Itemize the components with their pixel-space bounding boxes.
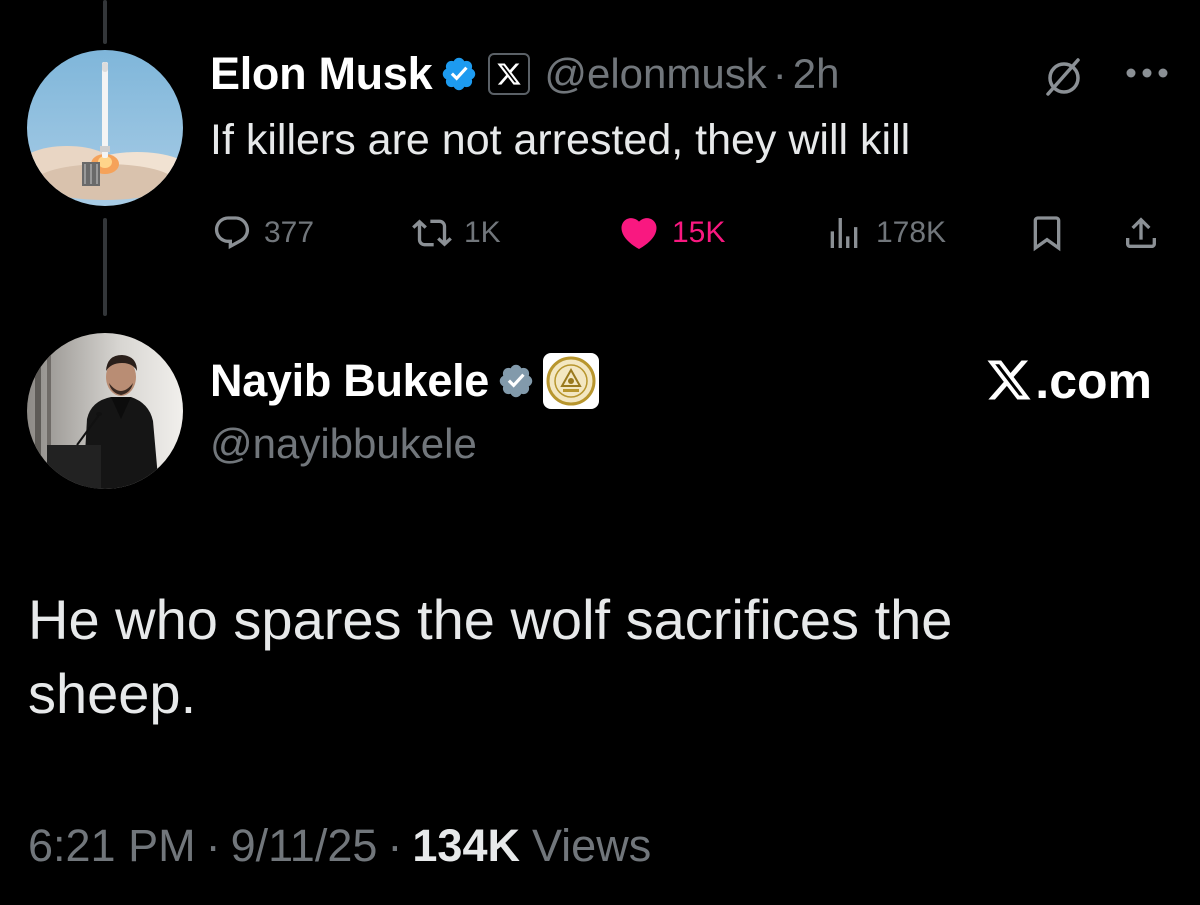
reply-count: 377 — [264, 216, 315, 249]
author-name[interactable]: Elon Musk — [210, 48, 433, 100]
analytics-icon — [830, 218, 858, 248]
nayib-avatar[interactable] — [27, 333, 183, 489]
separator-dot: · — [772, 50, 787, 97]
bookmark-button[interactable] — [1027, 208, 1067, 258]
bookmark-icon — [1033, 216, 1061, 252]
post-time[interactable]: 2h — [793, 50, 840, 98]
speaker-avatar — [27, 333, 183, 489]
elon-post-header: Elon Musk @elonmusk · 2h — [210, 44, 839, 104]
separator-dot: · — [205, 820, 221, 871]
x-logo-icon — [987, 360, 1031, 400]
separator-dot: · — [387, 820, 403, 871]
verified-badge-icon — [440, 55, 478, 93]
author-name[interactable]: Nayib Bukele — [210, 355, 489, 407]
post-date[interactable]: 9/11/25 — [231, 820, 378, 872]
x-logo-icon[interactable] — [488, 53, 531, 95]
author-handle[interactable]: @nayibbukele — [210, 420, 477, 468]
nayib-post-header: Nayib Bukele — [210, 350, 600, 412]
share-icon — [1126, 217, 1156, 248]
post-meta: 6:21 PM · 9/11/25 · 134K Views — [28, 815, 651, 877]
views-button[interactable]: 178K — [824, 208, 946, 258]
reply-post-text: He who spares the wolf sacrifices the sh… — [28, 588, 953, 725]
views-count: 178K — [876, 216, 947, 249]
verified-badge-icon — [497, 362, 535, 400]
share-button[interactable] — [1121, 208, 1161, 258]
original-post-text: If killers are not arrested, they will k… — [210, 116, 911, 164]
more-dots-icon[interactable] — [1125, 66, 1169, 85]
views-count[interactable]: 134K — [412, 820, 520, 872]
reply-icon — [214, 216, 250, 250]
views-label: Views — [531, 820, 652, 871]
repost-icon — [412, 219, 452, 247]
repost-button[interactable]: 1K — [412, 208, 501, 258]
like-count: 15K — [672, 216, 726, 249]
grok-icon[interactable] — [1042, 54, 1086, 103]
author-handle[interactable]: @elonmusk — [544, 50, 766, 98]
elon-avatar[interactable] — [27, 50, 183, 206]
rocket-launch-avatar — [27, 50, 183, 206]
post-timestamp[interactable]: 6:21 PM — [28, 820, 196, 872]
thread-line-top — [103, 0, 107, 44]
repost-count: 1K — [464, 216, 501, 249]
reply-button[interactable]: 377 — [212, 208, 314, 258]
like-button[interactable]: 15K — [618, 208, 725, 258]
x-com-watermark: .com — [985, 350, 1152, 412]
government-seal-icon[interactable] — [543, 353, 600, 409]
post-actions-bar: 377 1K 15K 178K — [0, 208, 1200, 258]
watermark-domain: .com — [1035, 353, 1152, 409]
heart-filled-icon — [621, 218, 657, 250]
